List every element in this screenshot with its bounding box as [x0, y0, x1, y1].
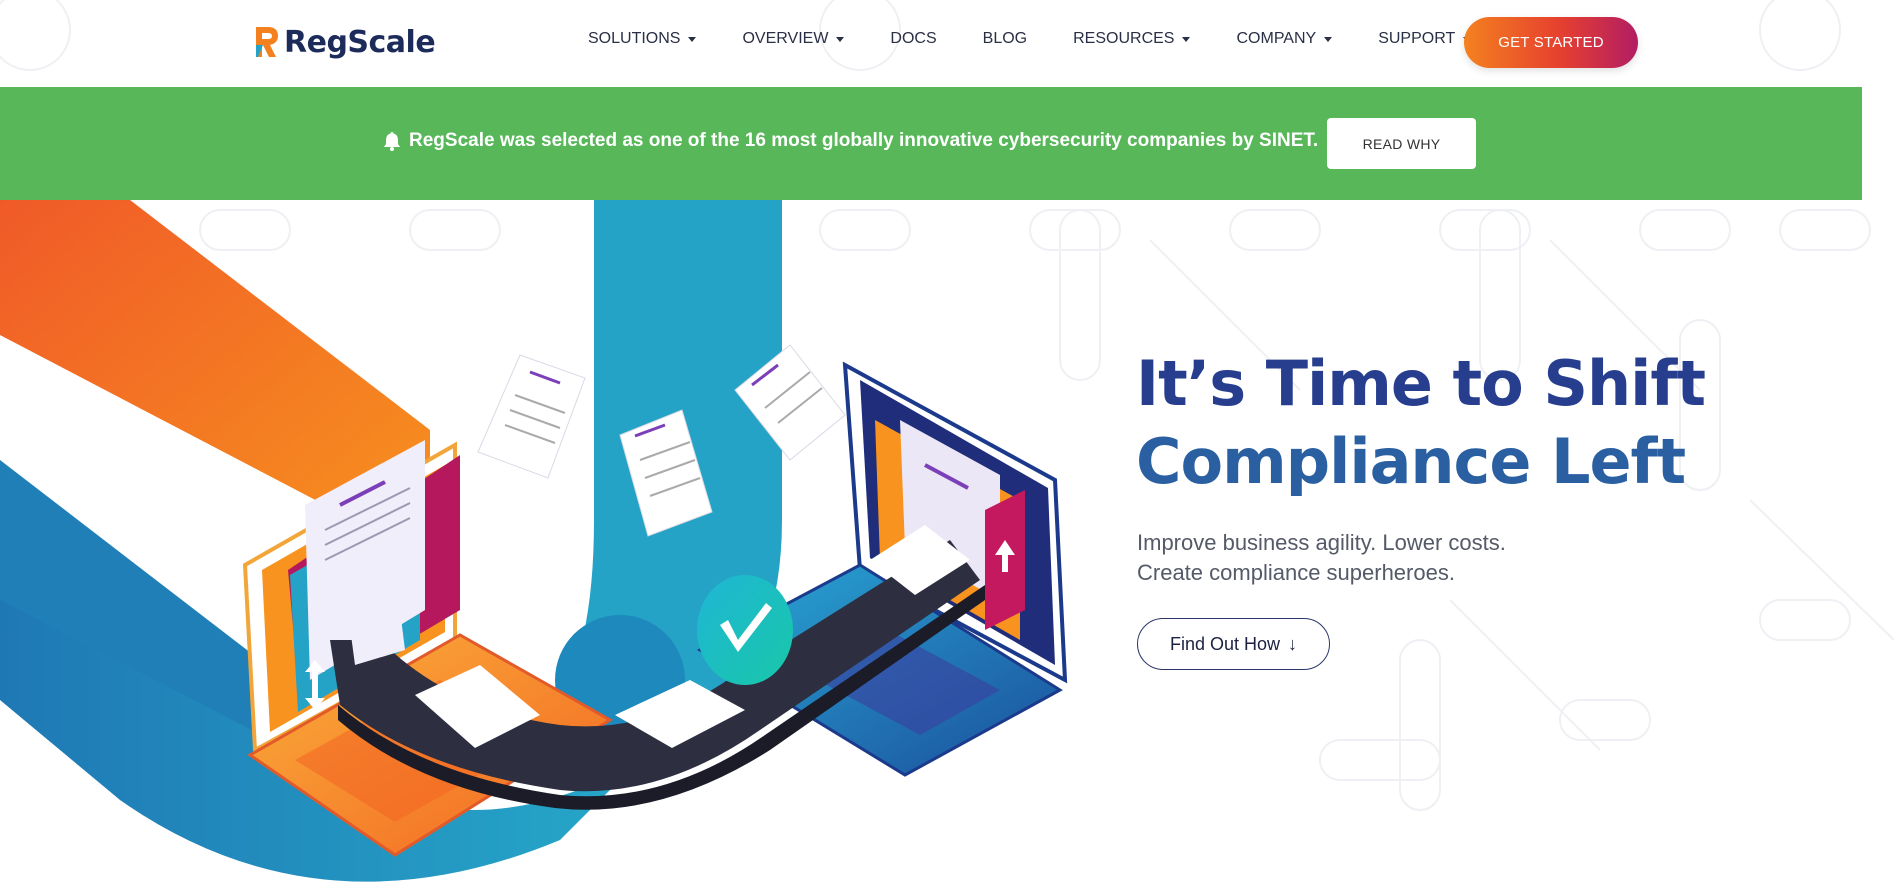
- find-out-how-button[interactable]: Find Out How ↓: [1137, 618, 1330, 670]
- caret-down-icon: [1324, 36, 1333, 42]
- banner-message: RegScale was selected as one of the 16 m…: [383, 130, 1318, 152]
- floating-document: [477, 354, 586, 479]
- logo-text: RegScale: [284, 24, 436, 60]
- hero-title: It’s Time to Shift Compliance Left: [1136, 345, 1706, 501]
- hero-title-line-1: It’s Time to Shift: [1136, 347, 1706, 420]
- arrow-down-icon: ↓: [1288, 633, 1298, 654]
- nav-company-label: COMPANY: [1236, 30, 1317, 47]
- hero-subtitle-line-1: Improve business agility. Lower costs.: [1137, 530, 1506, 555]
- nav-docs[interactable]: DOCS: [890, 30, 936, 48]
- site-header: RegScale SOLUTIONS OVERVIEW DOCS BLOG RE…: [0, 0, 1894, 87]
- nav-overview[interactable]: OVERVIEW: [742, 30, 845, 48]
- nav-company[interactable]: COMPANY: [1236, 30, 1333, 48]
- nav-solutions-label: SOLUTIONS: [588, 30, 681, 47]
- caret-down-icon: [1182, 36, 1191, 42]
- nav-support-label: SUPPORT: [1378, 30, 1456, 47]
- nav-support[interactable]: SUPPORT: [1378, 30, 1472, 48]
- banner-text: RegScale was selected as one of the 16 m…: [409, 130, 1319, 151]
- caret-down-icon: [688, 36, 697, 42]
- bell-icon: [384, 132, 400, 151]
- nav-resources[interactable]: RESOURCES: [1073, 30, 1191, 48]
- hero-illustration: [0, 200, 1068, 882]
- nav-resources-label: RESOURCES: [1073, 30, 1175, 47]
- page: RegScale SOLUTIONS OVERVIEW DOCS BLOG RE…: [0, 0, 1894, 885]
- hero-subtitle-line-2: Create compliance superheroes.: [1137, 560, 1455, 585]
- nav-blog[interactable]: BLOG: [983, 30, 1027, 48]
- announcement-banner: RegScale was selected as one of the 16 m…: [0, 87, 1862, 200]
- logo[interactable]: RegScale: [254, 24, 436, 60]
- read-why-button[interactable]: READ WHY: [1327, 118, 1476, 169]
- main-nav: SOLUTIONS OVERVIEW DOCS BLOG RESOURCES C…: [588, 30, 1517, 48]
- hero-title-line-2: Compliance Left: [1136, 425, 1686, 498]
- nav-docs-label: DOCS: [890, 30, 937, 47]
- hero-subtitle: Improve business agility. Lower costs. C…: [1137, 528, 1506, 588]
- regscale-logo-icon: [256, 27, 278, 57]
- nav-overview-label: OVERVIEW: [742, 30, 829, 47]
- nav-solutions[interactable]: SOLUTIONS: [588, 30, 697, 48]
- caret-down-icon: [836, 36, 845, 42]
- nav-blog-label: BLOG: [982, 30, 1028, 47]
- get-started-button[interactable]: GET STARTED: [1464, 17, 1638, 68]
- find-out-how-label: Find Out How: [1169, 633, 1281, 654]
